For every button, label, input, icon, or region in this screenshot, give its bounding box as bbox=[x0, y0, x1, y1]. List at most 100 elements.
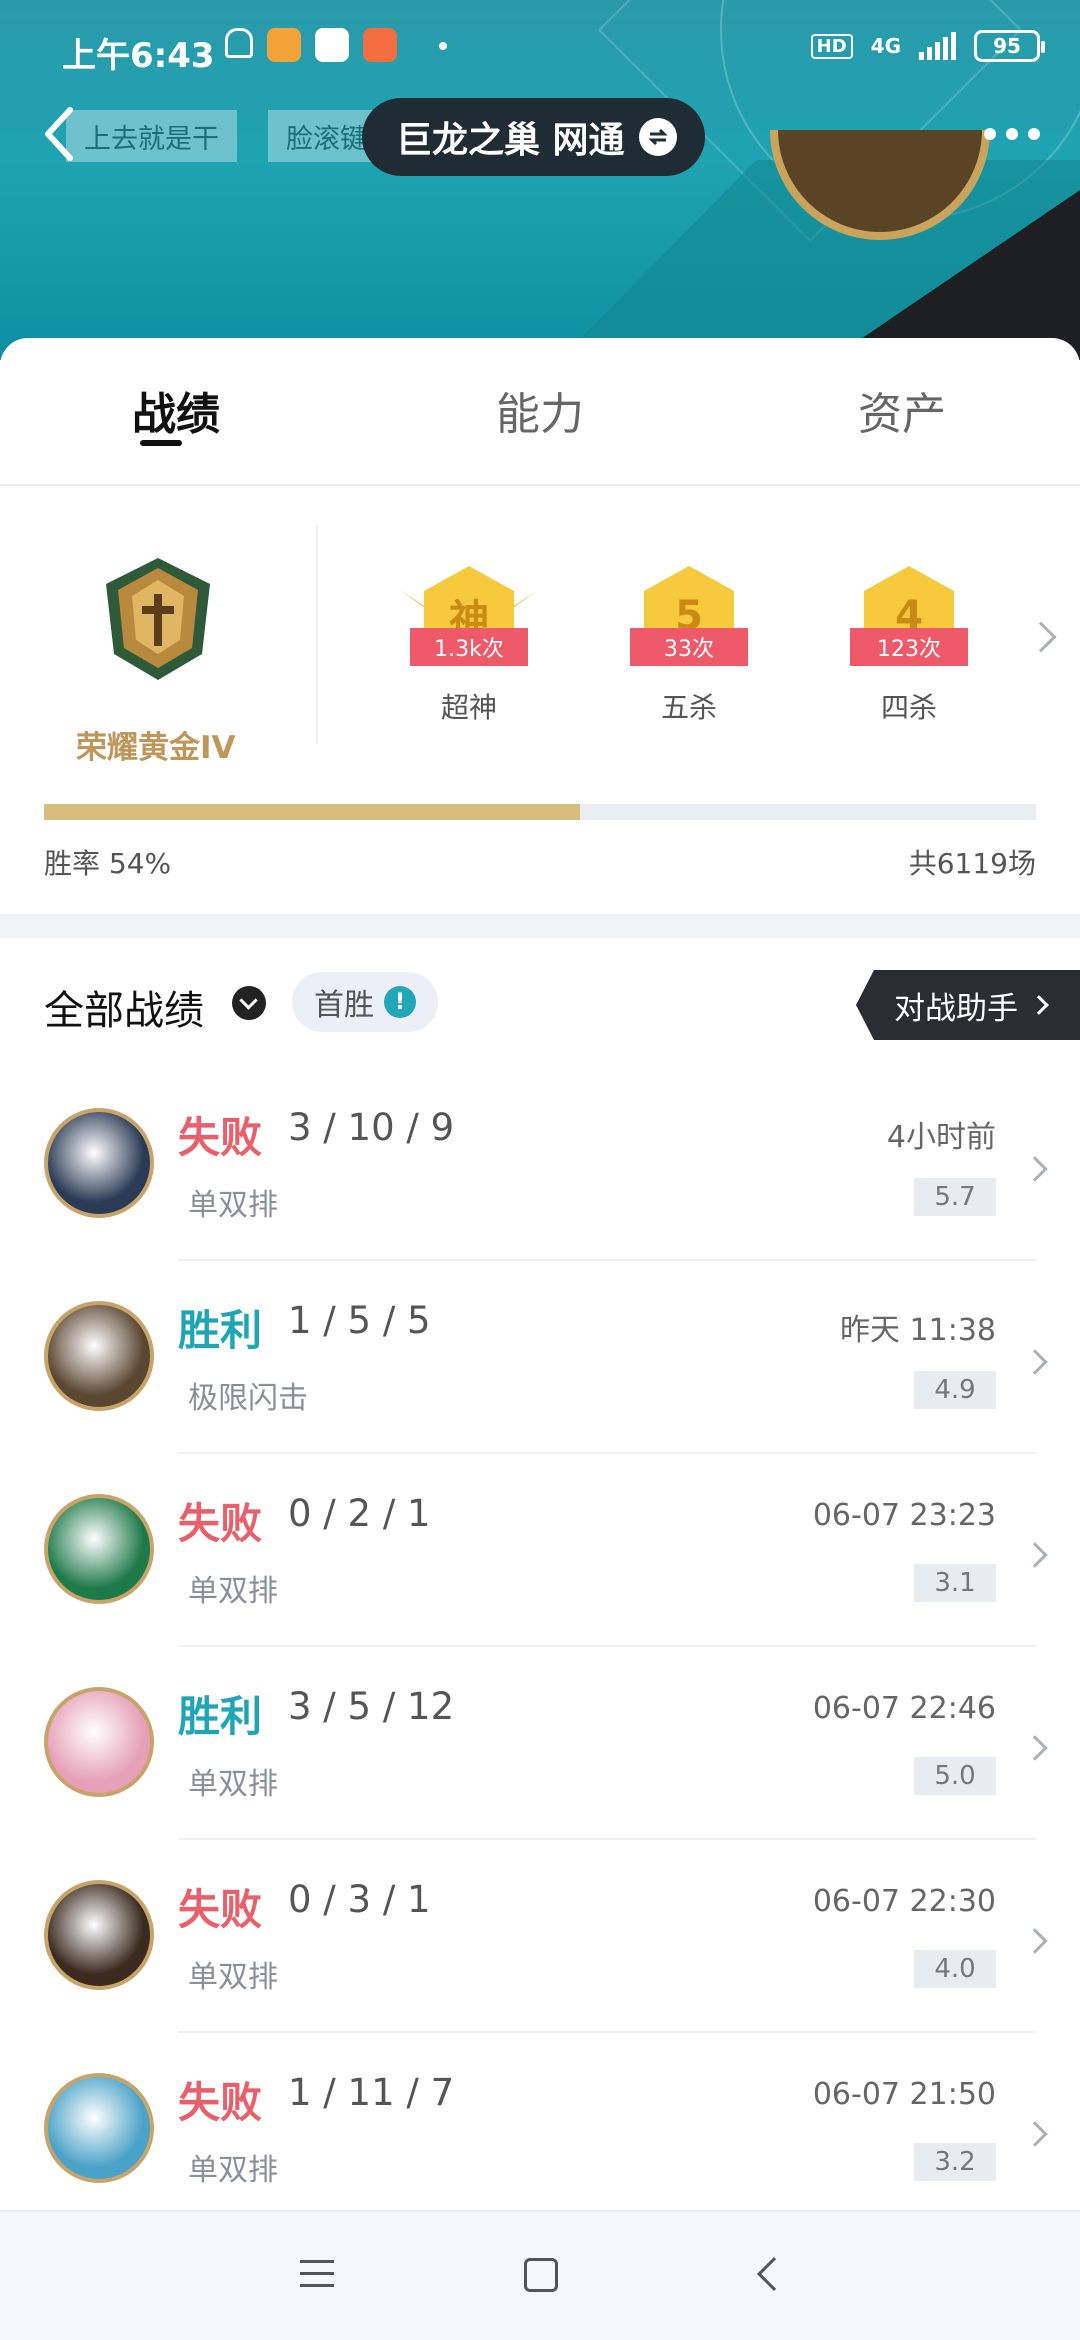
match-time: 06-07 22:30 bbox=[812, 1884, 996, 1919]
more-icon[interactable] bbox=[984, 128, 1040, 140]
match-result: 胜利 bbox=[178, 1692, 263, 1741]
win-rate-label: 胜率 54% bbox=[44, 847, 172, 880]
champion-avatar bbox=[44, 1108, 154, 1218]
status-time: 上午6:43 bbox=[62, 36, 215, 76]
match-kda: 1 / 5 / 5 bbox=[288, 1299, 431, 1342]
first-win-label: 首胜 bbox=[314, 988, 374, 1023]
signal-icon bbox=[919, 32, 956, 60]
active-tab-indicator bbox=[140, 440, 182, 446]
notification-app-icon bbox=[363, 28, 397, 62]
server-name: 巨龙之巢 网通 bbox=[396, 120, 625, 161]
network-type: 4G bbox=[870, 34, 901, 58]
records-filter-label[interactable]: 全部战绩 bbox=[44, 978, 204, 1036]
info-icon: ! bbox=[384, 986, 416, 1018]
achievement-label: 五杀 bbox=[660, 691, 717, 724]
tab-assets[interactable]: 资产 bbox=[858, 378, 946, 442]
battle-assistant-label: 对战助手 bbox=[894, 990, 1018, 1027]
tab-ability[interactable]: 能力 bbox=[496, 378, 584, 442]
match-result: 失败 bbox=[178, 1499, 263, 1548]
hd-icon: HD bbox=[810, 33, 853, 59]
home-icon[interactable] bbox=[524, 2258, 558, 2292]
champion-avatar bbox=[44, 1687, 154, 1797]
match-score-badge: 5.7 bbox=[914, 1178, 996, 1216]
system-nav-bar bbox=[0, 2210, 1080, 2340]
match-mode: 极限闪击 bbox=[188, 1381, 308, 1416]
profile-banner: 上午6:43 HD 4G 95 上去就是干 脸滚键盘 巨龙之巢 网通 bbox=[0, 0, 1080, 360]
rank-summary[interactable]: 荣耀黄金IV 神 1.3k次 超神 5 33次 五杀 4 123次 四杀 胜率 … bbox=[0, 486, 1080, 914]
chevron-right-icon[interactable] bbox=[1025, 621, 1057, 653]
achievement-count: 1.3k次 bbox=[410, 628, 528, 666]
match-score-badge: 3.2 bbox=[914, 2143, 996, 2181]
match-time: 06-07 23:23 bbox=[812, 1498, 996, 1533]
back-nav-icon[interactable] bbox=[757, 2257, 791, 2291]
match-mode: 单双排 bbox=[188, 1767, 278, 1802]
section-gap bbox=[0, 914, 1080, 938]
match-score-badge: 4.9 bbox=[914, 1371, 996, 1409]
match-row[interactable]: 失败 0 / 2 / 1 单双排 06-07 23:23 3.1 bbox=[0, 1454, 1080, 1647]
match-mode: 单双排 bbox=[188, 1960, 278, 1995]
match-row[interactable]: 失败 0 / 3 / 1 单双排 06-07 22:30 4.0 bbox=[0, 1840, 1080, 2033]
champion-avatar bbox=[44, 1301, 154, 1411]
battery-level: 95 bbox=[993, 34, 1021, 58]
match-result: 失败 bbox=[178, 1113, 263, 1162]
match-time: 06-07 21:50 bbox=[812, 2077, 996, 2112]
records-header: 全部战绩 首胜 ! 对战助手 bbox=[0, 938, 1080, 1068]
achievement-count: 123次 bbox=[850, 628, 968, 666]
match-kda: 3 / 5 / 12 bbox=[288, 1685, 455, 1728]
achievement-label: 四杀 bbox=[880, 691, 937, 724]
chevron-down-icon[interactable] bbox=[232, 986, 266, 1020]
chevron-right-icon bbox=[1022, 2121, 1048, 2147]
match-kda: 0 / 3 / 1 bbox=[288, 1878, 431, 1921]
match-mode: 单双排 bbox=[188, 2153, 278, 2188]
tab-bar: 战绩 能力 资产 bbox=[0, 338, 1080, 486]
first-win-button[interactable]: 首胜 ! bbox=[292, 972, 438, 1032]
match-result: 失败 bbox=[178, 1885, 263, 1934]
achievement-quadrakill: 4 123次 四杀 bbox=[844, 566, 974, 726]
swap-icon bbox=[638, 118, 677, 156]
tab-records[interactable]: 战绩 bbox=[132, 378, 220, 442]
match-mode: 单双排 bbox=[188, 1574, 278, 1609]
achievement-count: 33次 bbox=[630, 628, 748, 666]
champion-avatar bbox=[44, 1880, 154, 1990]
battery-icon: 95 bbox=[974, 30, 1045, 62]
match-row[interactable]: 失败 1 / 11 / 7 单双排 06-07 21:50 3.2 bbox=[0, 2033, 1080, 2226]
match-time: 06-07 22:46 bbox=[812, 1691, 996, 1726]
chevron-right-icon bbox=[1022, 1735, 1048, 1761]
match-score-badge: 5.0 bbox=[914, 1757, 996, 1795]
win-rate-bar bbox=[44, 804, 1036, 820]
champion-avatar bbox=[44, 2073, 154, 2183]
match-mode: 单双排 bbox=[188, 1188, 278, 1223]
player-tag-chip[interactable]: 上去就是干 bbox=[66, 110, 237, 162]
match-kda: 3 / 10 / 9 bbox=[288, 1106, 455, 1149]
rank-name: 荣耀黄金IV bbox=[76, 730, 236, 766]
achievement-pentakill: 5 33次 五杀 bbox=[624, 566, 754, 726]
match-row[interactable]: 胜利 1 / 5 / 5 极限闪击 昨天 11:38 4.9 bbox=[0, 1261, 1080, 1454]
gold-rank-emblem-icon bbox=[106, 558, 210, 680]
match-score-badge: 4.0 bbox=[914, 1950, 996, 1988]
match-kda: 0 / 2 / 1 bbox=[288, 1492, 431, 1535]
match-time: 4小时前 bbox=[886, 1120, 996, 1155]
bell-off-icon bbox=[225, 28, 253, 58]
match-time: 昨天 11:38 bbox=[840, 1313, 996, 1348]
match-row[interactable]: 胜利 3 / 5 / 12 单双排 06-07 22:46 5.0 bbox=[0, 1647, 1080, 1840]
match-result: 胜利 bbox=[178, 1306, 263, 1355]
match-row[interactable]: 失败 3 / 10 / 9 单双排 4小时前 5.7 bbox=[0, 1068, 1080, 1261]
match-list: 失败 3 / 10 / 9 单双排 4小时前 5.7 胜利 1 / 5 / 5 极限闪击 昨天 … bbox=[0, 1068, 1080, 2226]
more-notifications-dot bbox=[439, 42, 447, 50]
chevron-right-icon bbox=[1022, 1928, 1048, 1954]
achievement-legendary: 神 1.3k次 超神 bbox=[400, 566, 538, 726]
chevron-right-icon bbox=[1022, 1349, 1048, 1375]
chevron-right-icon bbox=[1029, 995, 1049, 1015]
champion-avatar bbox=[44, 1494, 154, 1604]
battle-assistant-button[interactable]: 对战助手 bbox=[856, 970, 1080, 1040]
notification-app-icon bbox=[315, 28, 349, 62]
menu-icon[interactable] bbox=[300, 2260, 334, 2296]
win-rate-fill bbox=[44, 804, 580, 820]
notification-app-icon bbox=[267, 28, 301, 62]
chevron-right-icon bbox=[1022, 1542, 1048, 1568]
match-score-badge: 3.1 bbox=[914, 1564, 996, 1602]
achievement-label: 超神 bbox=[440, 691, 497, 724]
match-kda: 1 / 11 / 7 bbox=[288, 2071, 455, 2114]
chevron-right-icon bbox=[1022, 1156, 1048, 1182]
server-switch-button[interactable]: 巨龙之巢 网通 bbox=[362, 98, 705, 176]
